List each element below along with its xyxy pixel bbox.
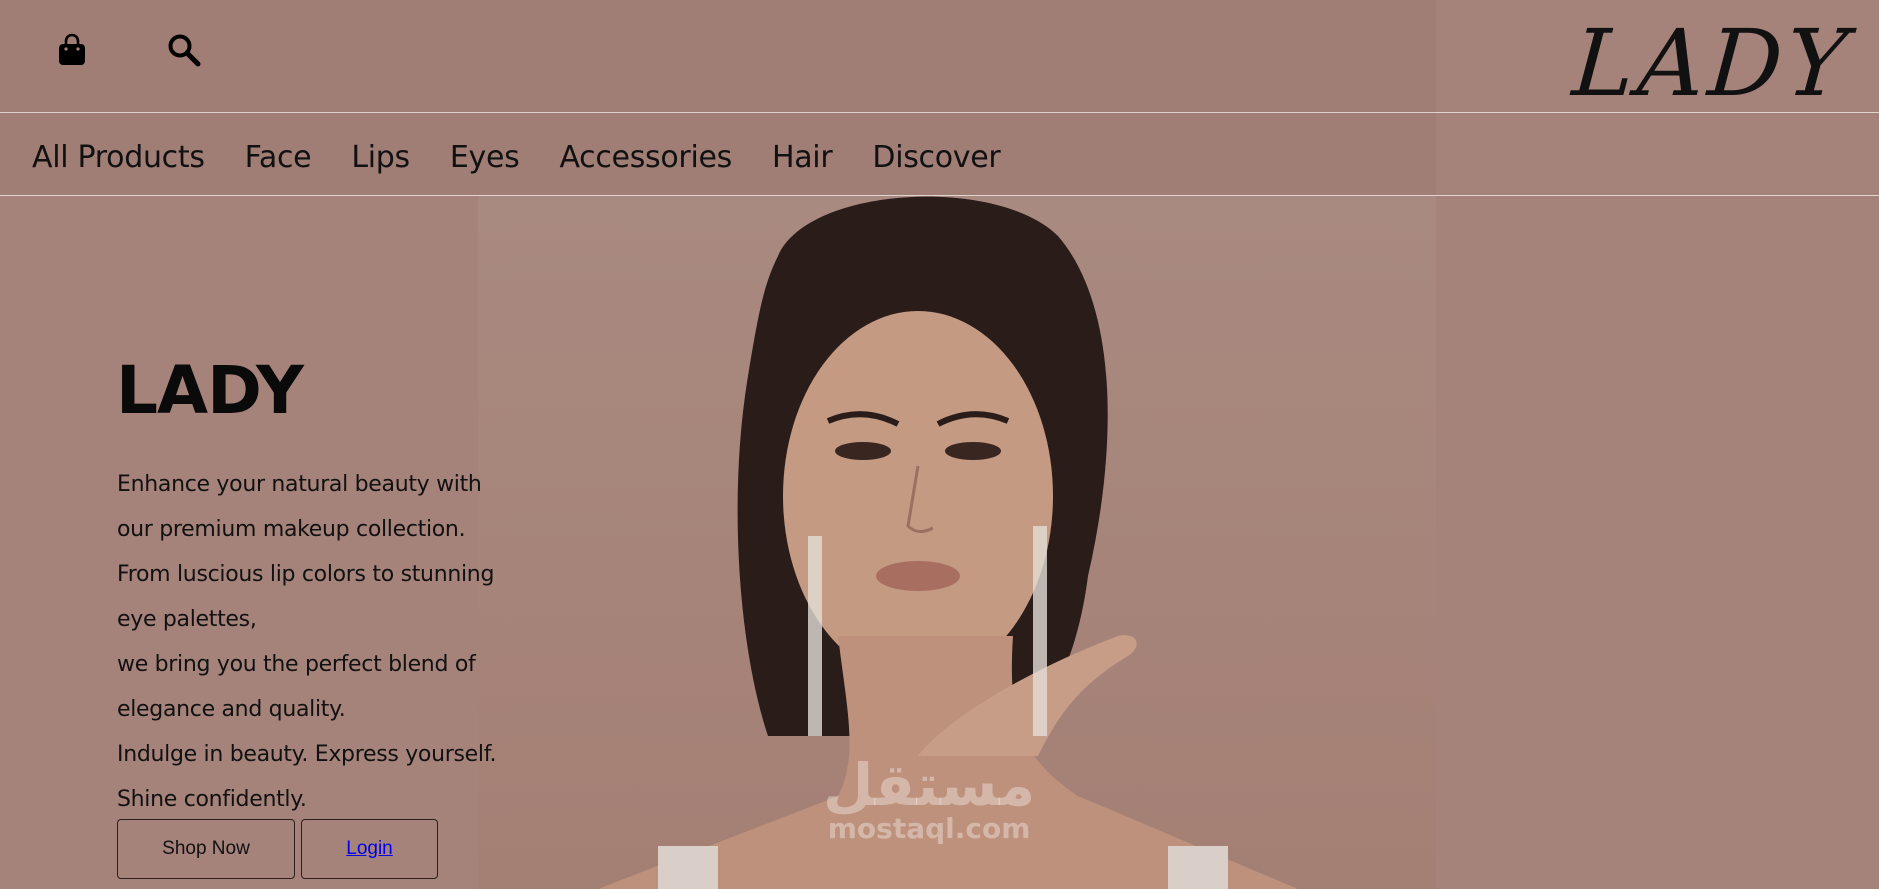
nav-item-face[interactable]: Face xyxy=(245,140,312,175)
hero-text-line: elegance and quality. xyxy=(117,697,346,722)
nav-item-eyes[interactable]: Eyes xyxy=(450,140,520,175)
hero-text-line: Shine confidently. xyxy=(117,787,307,812)
nav-item-all-products[interactable]: All Products xyxy=(32,140,205,175)
search-icon[interactable] xyxy=(164,30,204,70)
nav-item-discover[interactable]: Discover xyxy=(872,140,1000,175)
header-divider xyxy=(0,112,1879,113)
main-nav: All Products Face Lips Eyes Accessories … xyxy=(32,140,1001,175)
nav-item-accessories[interactable]: Accessories xyxy=(559,140,732,175)
header: LADY xyxy=(0,0,1879,117)
hero-description: Enhance your natural beauty with our pre… xyxy=(117,462,497,822)
login-button[interactable]: Login xyxy=(301,819,438,879)
login-link[interactable]: Login xyxy=(346,838,393,860)
hero-text-line: Indulge in beauty. Express yourself. xyxy=(117,742,497,767)
watermark-arabic: مستقل xyxy=(823,751,1036,819)
hero-model-photo: مستقل mostaql.com xyxy=(478,196,1436,889)
hero-text-line: we bring you the perfect blend of xyxy=(117,652,476,677)
watermark: مستقل mostaql.com xyxy=(823,756,1035,845)
hero-text-line: From luscious lip colors to stunning xyxy=(117,562,495,587)
shopping-bag-icon[interactable] xyxy=(52,30,92,70)
shop-now-button[interactable]: Shop Now xyxy=(117,819,295,879)
landing-page: LADY All Products Face Lips Eyes Accesso… xyxy=(0,0,1879,889)
nav-item-hair[interactable]: Hair xyxy=(772,140,833,175)
hero-title: LADY xyxy=(116,352,304,429)
hero-text-line: Enhance your natural beauty with xyxy=(117,472,482,497)
nav-item-lips[interactable]: Lips xyxy=(351,140,410,175)
brand-logo[interactable]: LADY xyxy=(1569,10,1855,117)
hero-text-line: our premium makeup collection. xyxy=(117,517,466,542)
watermark-english: mostaql.com xyxy=(827,812,1031,845)
hero-text-line: eye palettes, xyxy=(117,607,257,632)
